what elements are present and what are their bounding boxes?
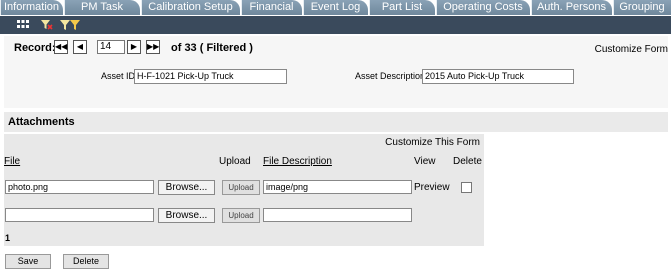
asset-description-label: Asset Description xyxy=(355,71,426,81)
file-path-input[interactable] xyxy=(5,208,154,222)
record-count: of 33 ( Filtered ) xyxy=(171,42,253,54)
upload-button[interactable]: Upload xyxy=(222,208,260,223)
browse-button[interactable]: Browse... xyxy=(158,208,215,223)
tab-grouping[interactable]: Grouping xyxy=(613,0,671,15)
file-description-input[interactable] xyxy=(263,208,412,222)
first-record-button[interactable]: ◀◀ xyxy=(54,40,68,54)
attachments-header: Attachments xyxy=(4,112,668,132)
tab-event-log[interactable]: Event Log xyxy=(303,0,368,15)
file-column-header[interactable]: File xyxy=(4,156,20,167)
delete-column-header: Delete xyxy=(453,156,482,167)
record-panel: Record: ◀◀ ◀ 14 ▶ ▶▶ of 33 ( Filtered ) … xyxy=(4,36,668,108)
last-record-button[interactable]: ▶▶ xyxy=(146,40,160,54)
file-description-input[interactable]: image/png xyxy=(263,180,412,194)
upload-column-header: Upload xyxy=(219,156,251,167)
next-record-button[interactable]: ▶ xyxy=(127,40,141,54)
record-label: Record: xyxy=(14,42,56,54)
attachments-grid: Customize This Form File Upload File Des… xyxy=(4,134,484,246)
tab-calibration-setup[interactable]: Calibration Setup xyxy=(141,0,240,15)
tab-bar: Information PM Task Calibration Setup Fi… xyxy=(0,0,671,16)
filter-run-icon[interactable] xyxy=(68,19,80,31)
filter-clear-icon[interactable] xyxy=(41,19,53,31)
customize-form-link[interactable]: Customize Form xyxy=(595,44,668,55)
tab-information[interactable]: Information xyxy=(0,0,63,15)
record-number-input[interactable]: 14 xyxy=(97,40,125,54)
attachments-title: Attachments xyxy=(8,116,75,128)
tab-part-list[interactable]: Part List xyxy=(369,0,435,15)
preview-link[interactable]: Preview xyxy=(414,182,450,193)
tab-pm-task[interactable]: PM Task xyxy=(64,0,140,15)
delete-checkbox[interactable] xyxy=(461,182,472,193)
asset-id-field[interactable]: H-F-1021 Pick-Up Truck xyxy=(134,69,287,84)
tab-operating-costs[interactable]: Operating Costs xyxy=(436,0,530,15)
browse-button[interactable]: Browse... xyxy=(158,180,215,195)
asset-description-field[interactable]: 2015 Auto Pick-Up Truck xyxy=(422,69,574,84)
toolbar xyxy=(0,16,671,34)
view-column-header: View xyxy=(414,156,436,167)
page-number[interactable]: 1 xyxy=(5,233,10,243)
delete-button[interactable]: Delete xyxy=(63,254,109,269)
customize-this-form-link[interactable]: Customize This Form xyxy=(385,137,480,148)
grid-icon[interactable] xyxy=(17,19,29,31)
asset-id-label: Asset ID xyxy=(101,71,136,81)
file-path-input[interactable]: photo.png xyxy=(5,180,154,194)
tab-auth-persons[interactable]: Auth. Persons xyxy=(531,0,612,15)
save-button[interactable]: Save xyxy=(5,254,51,269)
previous-record-button[interactable]: ◀ xyxy=(73,40,87,54)
tab-financial[interactable]: Financial xyxy=(241,0,302,15)
upload-button[interactable]: Upload xyxy=(222,180,260,195)
file-description-column-header[interactable]: File Description xyxy=(263,156,332,167)
